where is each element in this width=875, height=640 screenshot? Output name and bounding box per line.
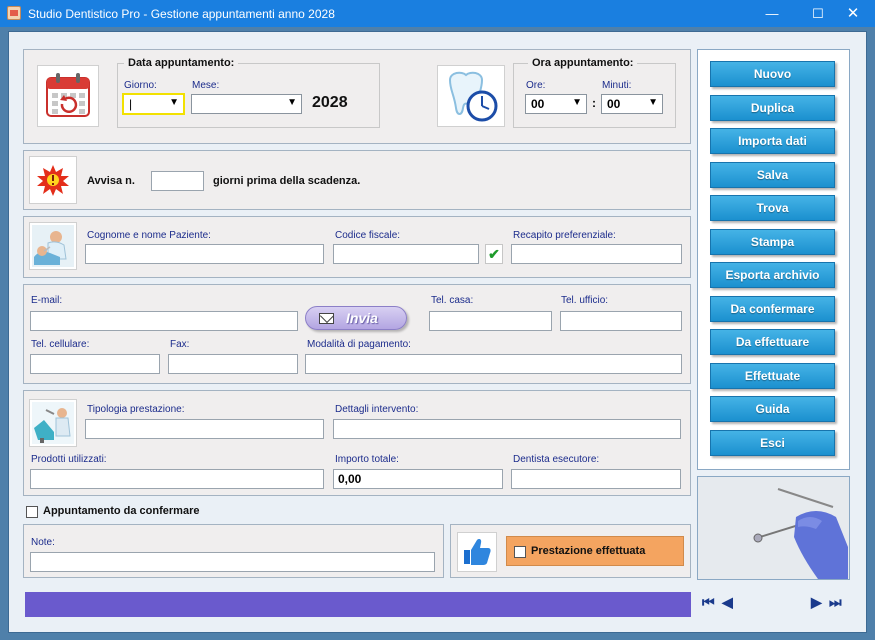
previous-record-button[interactable]: ◀ [722, 594, 733, 611]
mobile-phone-label: Tel. cellulare: [31, 339, 90, 350]
time-separator: : [592, 96, 596, 110]
month-label: Mese: [192, 80, 220, 91]
to-confirm-checkbox[interactable] [26, 506, 38, 518]
save-button[interactable]: Salva [710, 162, 835, 188]
time-group-title: Ora appuntamento: [528, 57, 638, 69]
home-phone-input[interactable] [429, 311, 552, 331]
fax-input[interactable] [168, 354, 298, 374]
reminder-suffix: giorni prima della scadenza. [213, 175, 361, 187]
to-perform-filter-button[interactable]: Da effettuare [710, 329, 835, 355]
minimize-button[interactable]: — [749, 0, 795, 27]
find-button[interactable]: Trova [710, 195, 835, 221]
email-label: E-mail: [31, 295, 63, 306]
contacts-panel: E-mail: Invia Tel. casa: Tel. ufficio: T… [23, 284, 691, 384]
chevron-down-icon: ▼ [287, 97, 297, 108]
envelope-icon [319, 313, 334, 324]
preferred-contact-label: Recapito preferenziale: [513, 230, 616, 241]
treatment-type-label: Tipologia prestazione: [87, 404, 185, 415]
year-value: 2028 [312, 94, 348, 111]
office-phone-label: Tel. ufficio: [561, 295, 609, 306]
import-data-button[interactable]: Importa dati [710, 128, 835, 154]
close-button[interactable]: ✕ [830, 0, 875, 27]
first-record-button[interactable]: ⏮ [702, 594, 715, 611]
day-select[interactable]: | ▼ [122, 93, 185, 115]
to-confirm-label: Appuntamento da confermare [43, 505, 200, 517]
window-title: Studio Dentistico Pro - Gestione appunta… [28, 7, 335, 21]
treatment-done-box: Prestazione effettuata [506, 536, 684, 566]
chevron-down-icon: ▼ [648, 97, 658, 108]
hours-select[interactable]: 00 ▼ [525, 94, 587, 114]
time-group: Ora appuntamento: Ore: Minuti: 00 ▼ : 00… [513, 57, 676, 128]
minutes-select[interactable]: 00 ▼ [601, 94, 663, 114]
help-button[interactable]: Guida [710, 396, 835, 422]
reminder-days-input[interactable] [151, 171, 204, 191]
thumbs-up-icon [457, 532, 497, 572]
send-email-button[interactable]: Invia [305, 306, 407, 330]
performed-filter-button[interactable]: Effettuate [710, 363, 835, 389]
main-frame: Data appuntamento: Giorno: Mese: | ▼ ▼ 2… [8, 31, 867, 633]
alert-burst-icon [29, 156, 77, 204]
dentist-input[interactable] [511, 469, 681, 489]
patient-name-input[interactable] [85, 244, 324, 264]
title-bar: Studio Dentistico Pro - Gestione appunta… [0, 0, 875, 27]
next-record-button[interactable]: ▶ [811, 594, 822, 611]
total-amount-label: Importo totale: [335, 454, 399, 465]
export-archive-button[interactable]: Esporta archivio [710, 262, 835, 288]
dental-tool-image [697, 476, 850, 580]
fiscal-code-input[interactable] [333, 244, 479, 264]
new-button[interactable]: Nuovo [710, 61, 835, 87]
tooth-clock-icon [437, 65, 505, 127]
send-email-label: Invia [346, 310, 378, 326]
treatment-done-panel: Prestazione effettuata [450, 524, 691, 578]
client-area: Data appuntamento: Giorno: Mese: | ▼ ▼ 2… [0, 27, 875, 640]
print-button[interactable]: Stampa [710, 229, 835, 255]
last-record-button[interactable]: ⏭ [829, 594, 842, 611]
appointment-datetime-panel: Data appuntamento: Giorno: Mese: | ▼ ▼ 2… [23, 49, 691, 144]
treatment-details-label: Dettagli intervento: [335, 404, 419, 415]
check-fiscal-code-icon[interactable]: ✔ [485, 244, 503, 264]
products-used-label: Prodotti utilizzati: [31, 454, 107, 465]
action-button-panel: Nuovo Duplica Importa dati Salva Trova S… [697, 49, 850, 470]
treatment-done-checkbox[interactable] [514, 546, 526, 558]
day-label: Giorno: [124, 80, 157, 91]
app-icon [7, 6, 21, 20]
patient-name-label: Cognome e nome Paziente: [87, 230, 211, 241]
payment-method-input[interactable] [305, 354, 682, 374]
fiscal-code-label: Codice fiscale: [335, 230, 401, 241]
patient-panel: Cognome e nome Paziente: Codice fiscale:… [23, 216, 691, 278]
chevron-down-icon: ▼ [572, 97, 582, 108]
dentist-label: Dentista esecutore: [513, 454, 600, 465]
treatment-panel: Tipologia prestazione: Dettagli interven… [23, 390, 691, 496]
minutes-label: Minuti: [602, 80, 632, 91]
treatment-details-input[interactable] [333, 419, 681, 439]
date-group-title: Data appuntamento: [124, 57, 239, 69]
month-select[interactable]: ▼ [191, 94, 302, 114]
date-group: Data appuntamento: Giorno: Mese: | ▼ ▼ 2… [117, 57, 380, 128]
treatment-done-label: Prestazione effettuata [531, 545, 646, 557]
calendar-icon [37, 65, 99, 127]
notes-label: Note: [31, 537, 55, 548]
chevron-down-icon: ▼ [169, 97, 179, 108]
preferred-contact-input[interactable] [511, 244, 682, 264]
duplicate-button[interactable]: Duplica [710, 95, 835, 121]
status-bar [25, 592, 691, 617]
reminder-prefix: Avvisa n. [87, 175, 135, 187]
office-phone-input[interactable] [560, 311, 682, 331]
reminder-panel: Avvisa n. giorni prima della scadenza. [23, 150, 691, 210]
notes-input[interactable] [30, 552, 435, 572]
fax-label: Fax: [170, 339, 190, 350]
products-used-input[interactable] [30, 469, 324, 489]
email-input[interactable] [30, 311, 298, 331]
mobile-phone-input[interactable] [30, 354, 160, 374]
dental-chair-icon [29, 399, 77, 447]
treatment-type-input[interactable] [85, 419, 324, 439]
dentist-patient-icon [29, 222, 77, 270]
home-phone-label: Tel. casa: [431, 295, 474, 306]
exit-button[interactable]: Esci [710, 430, 835, 456]
total-amount-input[interactable]: 0,00 [333, 469, 503, 489]
payment-method-label: Modalità di pagamento: [307, 339, 411, 350]
to-confirm-filter-button[interactable]: Da confermare [710, 296, 835, 322]
hours-label: Ore: [526, 80, 546, 91]
notes-panel: Note: [23, 524, 444, 578]
